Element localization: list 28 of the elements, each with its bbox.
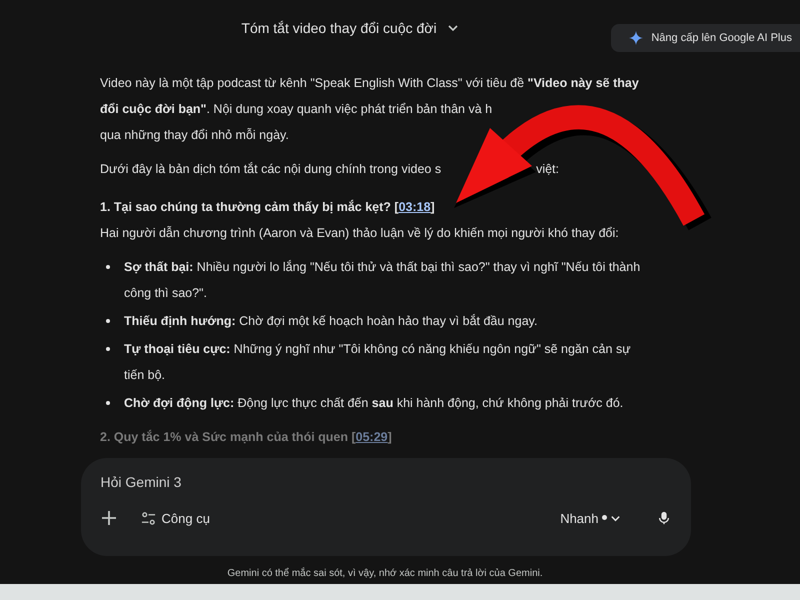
prompt-box[interactable]: Hỏi Gemini 3 Công cụ Nhanh [80,458,690,556]
list-item-text: Sợ thất bại: Nhiều người lo lắng "Nếu tôi thử và thất bại thì sao?" thay vì nghĩ "Nếu tôi thành công thì sao?". [124,259,642,302]
bullet-icon [106,319,110,323]
bullet-icon [106,265,110,269]
dot-icon [602,514,606,520]
list-item-text: Tự thoại tiêu cực: Những ý nghĩ như "Tôi không có năng khiếu ngôn ngữ" sẽ ngăn cản sự tiến bộ. [124,341,632,384]
section-heading: 2. Quy tắc 1% và Sức mạnh của thói quen [05:29] [100,428,392,446]
prompt-input[interactable]: Hỏi Gemini 3 [96,466,674,498]
sparkle-icon [629,31,644,45]
paragraph-text: Hai người dẫn chương trình (Aaron và Evan) thảo luận về lý do khiến mọi người khó thay đổi: [100,225,620,242]
microphone-icon [656,510,670,526]
timestamp-link[interactable]: 05:29 [356,430,388,444]
paragraph-text: Dưới đây là bản dịch tóm tắt các nội dung chính trong video s [100,161,442,178]
sliders-icon [140,510,156,526]
bullet-icon [106,347,110,351]
list-item-text: Chờ đợi động lực: Động lực thực chất đến sau khi hành động, chứ không phải trước đó. [124,395,624,412]
paragraph-text: việt: [536,161,560,178]
section-heading: 1. Tại sao chúng ta thường cảm thấy bị mắc kẹt? [03:18] [100,198,435,216]
chat-title-dropdown[interactable]: Tóm tắt video thay đổi cuộc đời [237,16,463,40]
bullet-icon [106,401,110,405]
timestamp-link[interactable]: 03:18 [398,200,431,214]
disclaimer-text: Gemini có thể mắc sai sót, vì vậy, nhớ xác minh câu trả lời của Gemini. [227,568,543,581]
mode-dropdown[interactable]: Nhanh [556,506,624,530]
list-item-text: Thiếu định hướng: Chờ đợi một kế hoạch hoàn hảo thay vì bắt đầu ngay. [124,313,538,330]
upgrade-button[interactable]: Nâng cấp lên Google AI Plus [611,24,800,52]
paragraph-text: qua những thay đổi nhỏ mỗi ngày. [100,127,290,144]
tools-button[interactable]: Công cụ [136,506,214,530]
plus-icon [100,510,116,526]
